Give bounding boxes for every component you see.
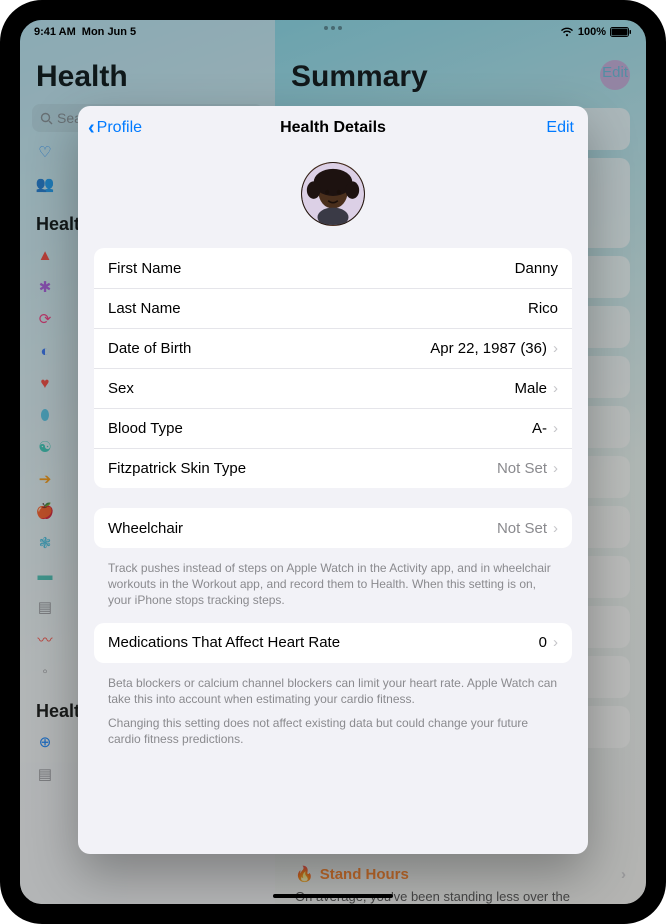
chevron-right-icon: › <box>553 521 558 536</box>
chevron-right-icon: › <box>553 341 558 356</box>
row-date-of-birth[interactable]: Date of Birth Apr 22, 1987 (36) › <box>94 328 572 368</box>
battery-percent: 100% <box>578 26 606 38</box>
row-value: A- <box>532 420 547 437</box>
footer-paragraph: Beta blockers or calcium channel blocker… <box>108 675 558 707</box>
row-value: Male <box>514 380 547 397</box>
medications-group: Medications That Affect Heart Rate 0 › <box>94 623 572 663</box>
back-button[interactable]: ‹ Profile <box>88 117 142 140</box>
chevron-right-icon: › <box>553 635 558 650</box>
row-last-name[interactable]: Last Name Rico <box>94 288 572 328</box>
chevron-right-icon: › <box>553 461 558 476</box>
wifi-icon <box>560 27 574 37</box>
status-bar: 9:41 AM Mon Jun 5 100% <box>20 20 646 42</box>
chevron-left-icon: ‹ <box>88 117 95 140</box>
back-label: Profile <box>97 119 142 137</box>
medications-footer: Beta blockers or calcium channel blocker… <box>94 671 572 762</box>
row-label: Sex <box>108 380 134 397</box>
battery-icon <box>610 27 632 37</box>
personal-info-group: First Name Danny Last Name Rico Date of … <box>94 248 572 488</box>
row-label: Fitzpatrick Skin Type <box>108 460 246 477</box>
row-label: Date of Birth <box>108 340 191 357</box>
status-date: Mon Jun 5 <box>82 26 136 38</box>
row-label: Blood Type <box>108 420 183 437</box>
row-label: Wheelchair <box>108 520 183 537</box>
row-value: Rico <box>528 300 558 317</box>
row-fitzpatrick[interactable]: Fitzpatrick Skin Type Not Set › <box>94 448 572 488</box>
row-label: Last Name <box>108 300 181 317</box>
row-label: First Name <box>108 260 181 277</box>
row-value: Not Set <box>497 460 547 477</box>
screen: 9:41 AM Mon Jun 5 100% Health Sea <box>20 20 646 904</box>
sheet-title: Health Details <box>280 119 386 137</box>
wheelchair-footer: Track pushes instead of steps on Apple W… <box>94 556 572 623</box>
row-sex[interactable]: Sex Male › <box>94 368 572 408</box>
row-first-name[interactable]: First Name Danny <box>94 248 572 288</box>
edit-button[interactable]: Edit <box>546 119 574 137</box>
status-time: 9:41 AM <box>34 26 76 38</box>
row-medications[interactable]: Medications That Affect Heart Rate 0 › <box>94 623 572 663</box>
row-wheelchair[interactable]: Wheelchair Not Set › <box>94 508 572 548</box>
home-indicator[interactable] <box>273 894 393 898</box>
sheet-header: ‹ Profile Health Details Edit <box>78 106 588 150</box>
row-value: Apr 22, 1987 (36) <box>430 340 547 357</box>
ipad-frame: 9:41 AM Mon Jun 5 100% Health Sea <box>0 0 666 924</box>
row-value: Not Set <box>497 520 547 537</box>
row-value: Danny <box>515 260 558 277</box>
wheelchair-group: Wheelchair Not Set › <box>94 508 572 548</box>
sheet-body[interactable]: First Name Danny Last Name Rico Date of … <box>78 150 588 854</box>
footer-paragraph: Track pushes instead of steps on Apple W… <box>108 560 558 609</box>
row-label: Medications That Affect Heart Rate <box>108 634 340 651</box>
chevron-right-icon: › <box>553 421 558 436</box>
health-details-sheet: ‹ Profile Health Details Edit <box>78 106 588 854</box>
chevron-right-icon: › <box>553 381 558 396</box>
avatar-container <box>94 150 572 248</box>
profile-avatar[interactable] <box>301 162 365 226</box>
row-blood-type[interactable]: Blood Type A- › <box>94 408 572 448</box>
footer-paragraph: Changing this setting does not affect ex… <box>108 715 558 747</box>
multitasking-dots-icon[interactable] <box>324 26 342 30</box>
row-value: 0 <box>539 634 547 651</box>
